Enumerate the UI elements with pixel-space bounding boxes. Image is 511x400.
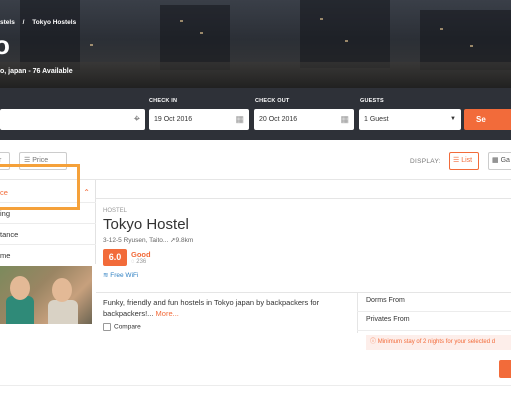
price-sort-label: Price: [32, 157, 49, 164]
checkout-value: 20 Oct 2016: [259, 116, 298, 123]
grid-icon: ▦: [492, 157, 499, 164]
wifi-facility: ≋ Free WiFi: [103, 271, 138, 279]
display-label: DISPLAY:: [410, 158, 441, 165]
list-icon: ☰: [24, 157, 31, 164]
comment-icon: ◌: [131, 259, 135, 265]
info-icon: ⓘ: [370, 339, 377, 345]
hostel-address: 3-12-5 Ryusen, Taito... ➚9.8km: [103, 236, 193, 244]
list-icon: ☰: [453, 157, 460, 164]
address-text: 3-12-5 Ryusen, Taito...: [103, 237, 169, 244]
sort-option-label: ing: [0, 209, 11, 218]
calendar-icon: ▦: [340, 114, 349, 124]
divider: [357, 330, 511, 331]
sort-option-name[interactable]: me: [0, 245, 96, 266]
rating-score: 6.0: [103, 249, 127, 266]
breadcrumb-separator: /: [22, 19, 25, 26]
wifi-icon: ≋: [103, 272, 109, 279]
breadcrumb-link-tokyo-hostels[interactable]: Tokyo Hostels: [32, 19, 76, 26]
checkout-label: CHECK OUT: [255, 98, 290, 104]
checkin-value: 19 Oct 2016: [154, 116, 193, 123]
guests-label: GUESTS: [360, 98, 384, 104]
review-count[interactable]: ◌ 236: [131, 259, 146, 265]
sort-option-label: me: [0, 251, 11, 260]
caret-down-icon: ▼: [450, 116, 456, 122]
hostel-photo[interactable]: [0, 266, 92, 324]
divider: [0, 385, 511, 386]
checkbox-icon[interactable]: [103, 323, 111, 331]
more-link[interactable]: More...: [156, 309, 179, 318]
guests-value: 1 Guest: [364, 116, 389, 123]
review-count-value: 236: [136, 259, 147, 265]
distance-text: 9.8km: [175, 237, 194, 244]
dorms-from-label: Dorms From: [366, 297, 405, 304]
hero-banner: [0, 0, 511, 88]
compare-checkbox[interactable]: Compare: [103, 323, 141, 331]
property-type: HOSTEL: [103, 208, 128, 214]
wifi-label: Free WiFi: [110, 272, 139, 279]
checkout-field[interactable]: 20 Oct 2016 ▦: [254, 109, 354, 130]
hostel-name[interactable]: Tokyo Hostel: [103, 216, 189, 233]
breadcrumb-link-hostels[interactable]: stels: [0, 19, 15, 26]
sort-option-distance[interactable]: tance: [0, 224, 96, 245]
gallery-view-button[interactable]: ▦ Ga: [488, 152, 511, 170]
location-input[interactable]: ⌖: [0, 109, 145, 130]
list-view-button[interactable]: ☰ List: [449, 152, 479, 170]
search-button[interactable]: Se: [464, 109, 511, 130]
notice-text: Minimum stay of 2 nights for your select…: [377, 339, 496, 345]
chevron-up-icon: ⌃: [83, 188, 90, 197]
filter-button-label: r: [0, 157, 2, 164]
highlight-annotation: [0, 164, 80, 210]
divider: [96, 292, 511, 293]
sort-option-label: tance: [0, 230, 19, 239]
hostel-description: Funky, friendly and fun hostels in Tokyo…: [103, 297, 348, 319]
list-view-label: List: [461, 157, 473, 164]
page-title: o: [0, 30, 10, 60]
availability-subtitle: o, japan - 76 Available: [0, 68, 73, 75]
view-hostel-button[interactable]: [499, 360, 511, 378]
calendar-icon: ▦: [235, 114, 244, 124]
rating-word: Good: [131, 250, 151, 259]
checkin-field[interactable]: 19 Oct 2016 ▦: [149, 109, 249, 130]
gallery-view-label: Ga: [500, 157, 510, 164]
checkin-label: CHECK IN: [149, 98, 178, 104]
guests-select[interactable]: 1 Guest ▼: [359, 109, 461, 130]
breadcrumb: stels / Tokyo Hostels: [0, 19, 82, 26]
divider: [357, 293, 358, 333]
minimum-stay-notice: ⓘ Minimum stay of 2 nights for your sele…: [366, 335, 511, 350]
crosshair-icon[interactable]: ⌖: [134, 109, 140, 130]
divider: [357, 311, 511, 312]
compare-label: Compare: [114, 323, 141, 331]
privates-from-label: Privates From: [366, 316, 410, 323]
divider: [96, 198, 511, 199]
description-text: Funky, friendly and fun hostels in Tokyo…: [103, 298, 320, 318]
